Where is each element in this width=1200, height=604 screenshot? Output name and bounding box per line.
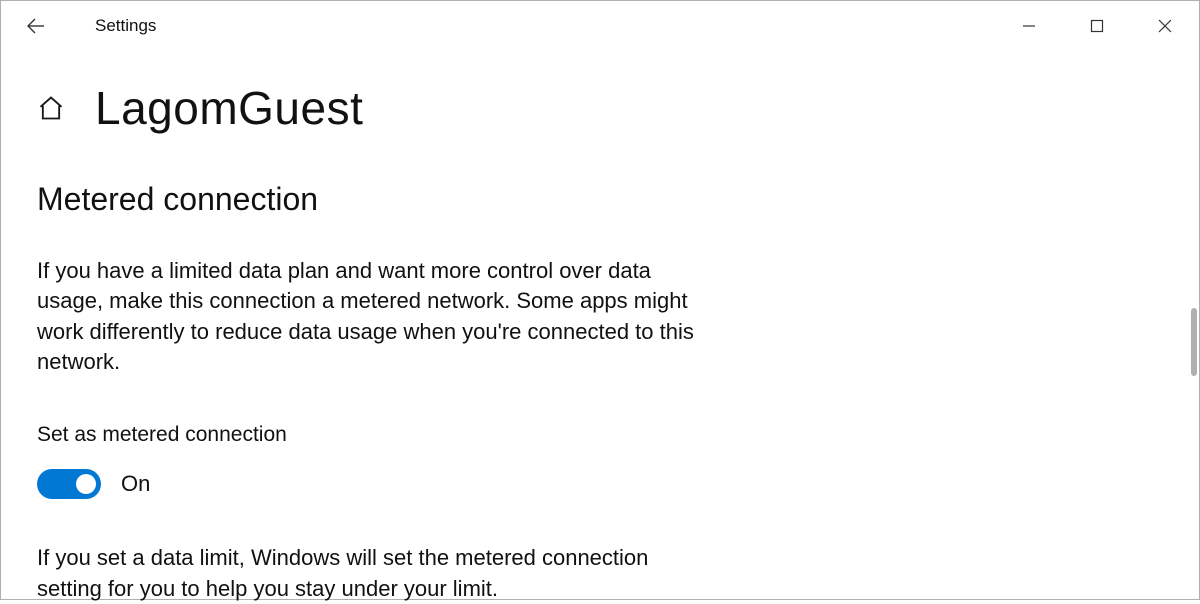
minimize-icon xyxy=(1022,19,1036,33)
section-description: If you have a limited data plan and want… xyxy=(37,256,717,377)
toggle-label: Set as metered connection xyxy=(37,423,741,447)
window-title: Settings xyxy=(95,16,156,36)
toggle-state-text: On xyxy=(121,471,150,497)
toggle-row: On xyxy=(37,469,741,499)
maximize-button[interactable] xyxy=(1063,1,1131,51)
section-title: Metered connection xyxy=(37,181,741,218)
close-button[interactable] xyxy=(1131,1,1199,51)
home-icon xyxy=(37,94,65,122)
page-title: LagomGuest xyxy=(95,81,363,135)
content-area: LagomGuest Metered connection If you hav… xyxy=(1,51,741,604)
minimize-button[interactable] xyxy=(995,1,1063,51)
maximize-icon xyxy=(1090,19,1104,33)
scrollbar-thumb[interactable] xyxy=(1191,308,1197,376)
home-button[interactable] xyxy=(37,94,65,122)
window-controls xyxy=(995,1,1199,51)
back-button[interactable] xyxy=(21,11,51,41)
titlebar: Settings xyxy=(1,1,1199,51)
arrow-left-icon xyxy=(24,14,48,38)
close-icon xyxy=(1158,19,1172,33)
metered-toggle[interactable] xyxy=(37,469,101,499)
toggle-knob xyxy=(76,474,96,494)
titlebar-left: Settings xyxy=(21,11,156,41)
section-hint: If you set a data limit, Windows will se… xyxy=(37,543,717,604)
page-header: LagomGuest xyxy=(37,81,741,135)
